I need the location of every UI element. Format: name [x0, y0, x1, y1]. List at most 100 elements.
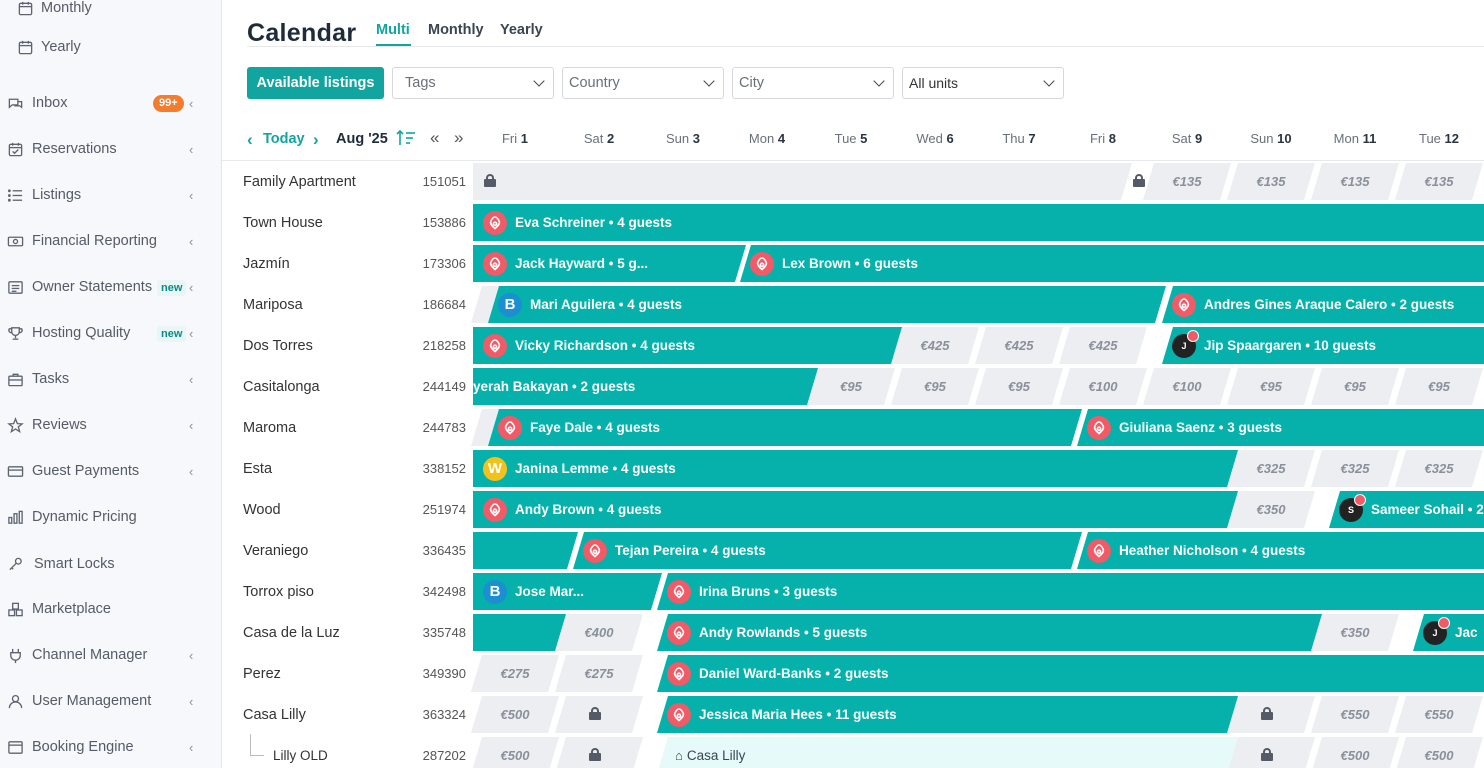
sidebar-item-booking-engine[interactable]: Booking Engine ‹	[0, 734, 221, 760]
listing-row-label[interactable]: Esta 338152	[243, 448, 468, 489]
reservation-bar[interactable]: Andy Rowlands • 5 guests	[657, 614, 1334, 651]
sidebar-item-user-management[interactable]: User Management ‹	[0, 688, 221, 714]
listing-row-label[interactable]: Torrox piso 342498	[243, 571, 468, 612]
day-of-week: Wed	[916, 131, 943, 146]
sidebar-item-reservations[interactable]: Reservations ‹	[0, 136, 221, 162]
reservation-bar[interactable]: Vicky Richardson • 4 guests	[473, 327, 914, 364]
reservation-bar[interactable]: B Jose Mar...	[473, 573, 662, 610]
sidebar-item-monthly[interactable]: Monthly	[0, 0, 221, 21]
sort-icon[interactable]	[396, 129, 416, 147]
reservation-bar[interactable]: B Mari Aguilera • 4 guests	[488, 286, 1166, 323]
reservation-bar[interactable]: Andres Gines Araque Calero • 2 guests	[1162, 286, 1484, 323]
tags-select[interactable]: Tags	[392, 67, 554, 99]
reservation-bar[interactable]: Faye Dale • 4 guests	[488, 409, 1082, 446]
reservation-bar[interactable]: Eva Schreiner • 4 guests	[473, 204, 1484, 241]
nightly-price: €550	[1340, 707, 1370, 722]
double-chevron-right-icon[interactable]: »	[454, 128, 463, 148]
sidebar-item-yearly[interactable]: Yearly	[0, 34, 221, 60]
listing-row-label[interactable]: Town House 153886	[243, 202, 468, 243]
reservation-bar[interactable]: J Jac	[1413, 614, 1484, 651]
listing-id: 244149	[422, 379, 466, 394]
reservation-bar[interactable]: Lex Brown • 6 guests	[740, 245, 1484, 282]
reservation-bar[interactable]	[473, 532, 578, 569]
reservation-bar[interactable]: Daniel Ward-Banks • 2 guests	[657, 655, 1484, 692]
sidebar-item-label: Booking Engine	[32, 739, 134, 755]
reservation-bar[interactable]: yerah Bakayan • 2 guests	[473, 368, 830, 405]
sidebar-item-reviews[interactable]: Reviews ‹	[0, 412, 221, 438]
listing-row-label[interactable]: Casa de la Luz 335748	[243, 612, 468, 653]
nightly-price: €325	[1424, 461, 1454, 476]
prev-button[interactable]: ‹	[247, 130, 253, 150]
listing-id: 218258	[422, 338, 466, 353]
chevron-left-icon: ‹	[189, 325, 194, 341]
reservation-bar[interactable]: S Sameer Sohail • 2	[1329, 491, 1484, 528]
reservation-bar[interactable]: Jessica Maria Hees • 11 guests	[657, 696, 1250, 733]
sidebar-item-guest-payments[interactable]: Guest Payments ‹	[0, 458, 221, 484]
active-tab-indicator	[376, 44, 411, 46]
country-select[interactable]: Country	[562, 67, 724, 99]
day-header: Sun 10	[1229, 131, 1313, 146]
sidebar-item-tasks[interactable]: Tasks ‹	[0, 366, 221, 392]
listing-row-label[interactable]: Veraniego 336435	[243, 530, 468, 571]
day-header: Thu 7	[977, 131, 1061, 146]
new-badge: new	[157, 326, 187, 342]
guest-name: Jip Spaargaren • 10 guests	[1204, 338, 1377, 353]
sidebar-item-channel-manager[interactable]: Channel Manager ‹	[0, 642, 221, 668]
sidebar-item-owner-statements[interactable]: Owner Statements new ‹	[0, 274, 221, 300]
reservation-bar[interactable]: W Janina Lemme • 4 guests	[473, 450, 1250, 487]
chevron-left-icon: ‹	[189, 187, 194, 203]
country-select-placeholder: Country	[569, 75, 620, 91]
nightly-price: €500	[500, 748, 530, 763]
listing-name: Wood	[243, 501, 281, 518]
next-button[interactable]: ›	[313, 130, 319, 150]
city-select[interactable]: City	[732, 67, 894, 99]
listing-row-label[interactable]: Wood 251974	[243, 489, 468, 530]
day-header: Fri 1	[473, 131, 557, 146]
reservation-bar[interactable]: Heather Nicholson • 4 guests	[1077, 532, 1484, 569]
sidebar-item-dynamic-pricing[interactable]: Dynamic Pricing	[0, 504, 221, 530]
reservation-bar[interactable]: Irina Bruns • 3 guests	[657, 573, 1484, 610]
reservation-bar[interactable]: Jack Hayward • 5 g...	[473, 245, 746, 282]
sidebar-item-marketplace[interactable]: Marketplace	[0, 596, 221, 622]
guest-name: Jack Hayward • 5 g...	[515, 256, 649, 271]
day-header: Tue 12	[1397, 131, 1481, 146]
tab-monthly[interactable]: Monthly	[428, 22, 484, 38]
double-chevron-left-icon[interactable]: «	[430, 128, 439, 148]
day-cell[interactable]	[473, 163, 1132, 200]
listing-id: 342498	[422, 584, 466, 599]
linked-block-bar[interactable]: ⌂ Casa Lilly	[657, 737, 1250, 768]
tab-yearly[interactable]: Yearly	[500, 22, 543, 38]
linked-listing-name: Casa Lilly	[686, 748, 746, 763]
listing-row-label[interactable]: Dos Torres 218258	[243, 325, 468, 366]
reservation-bar[interactable]: Andy Brown • 4 guests	[473, 491, 1250, 528]
listing-row-label[interactable]: Jazmín 173306	[243, 243, 468, 284]
day-number: 3	[692, 131, 700, 146]
today-button[interactable]: Today	[263, 131, 305, 147]
guest-avatar: J	[1172, 329, 1199, 358]
tab-multi[interactable]: Multi	[376, 22, 410, 38]
units-select[interactable]: All units	[902, 67, 1064, 99]
listing-row-label[interactable]: Casitalonga 244149	[243, 366, 468, 407]
sidebar-item-inbox[interactable]: Inbox 99+ ‹	[0, 90, 221, 116]
sidebar-item-financial-reporting[interactable]: Financial Reporting ‹	[0, 228, 221, 254]
sidebar-item-hosting-quality[interactable]: Hosting Quality new ‹	[0, 320, 221, 346]
listing-row-label[interactable]: Perez 349390	[243, 653, 468, 694]
listing-row-label[interactable]: Mariposa 186684	[243, 284, 468, 325]
reservation-bar[interactable]: J Jip Spaargaren • 10 guests	[1162, 327, 1484, 364]
sidebar-item-label: Yearly	[41, 39, 81, 55]
reservation-bar[interactable]: Giuliana Saenz • 3 guests	[1077, 409, 1484, 446]
guest-name: Heather Nicholson • 4 guests	[1119, 543, 1306, 558]
listing-row-label[interactable]: Lilly OLD 287202	[273, 735, 468, 768]
nightly-price: €100	[1088, 379, 1118, 394]
listing-row-label[interactable]: Family Apartment 151051	[243, 161, 468, 202]
listing-row-label[interactable]: Maroma 244783	[243, 407, 468, 448]
money-icon	[6, 232, 24, 250]
day-of-week: Mon	[1333, 131, 1359, 146]
sidebar-item-listings[interactable]: Listings ‹	[0, 182, 221, 208]
available-listings-button[interactable]: Available listings	[247, 67, 384, 99]
chevron-left-icon: ‹	[189, 647, 194, 663]
current-month-label[interactable]: Aug '25	[336, 131, 388, 147]
listing-row-label[interactable]: Casa Lilly 363324	[243, 694, 468, 735]
reservation-bar[interactable]: Tejan Pereira • 4 guests	[573, 532, 1082, 569]
sidebar-item-smart-locks[interactable]: Smart Locks	[0, 551, 221, 577]
